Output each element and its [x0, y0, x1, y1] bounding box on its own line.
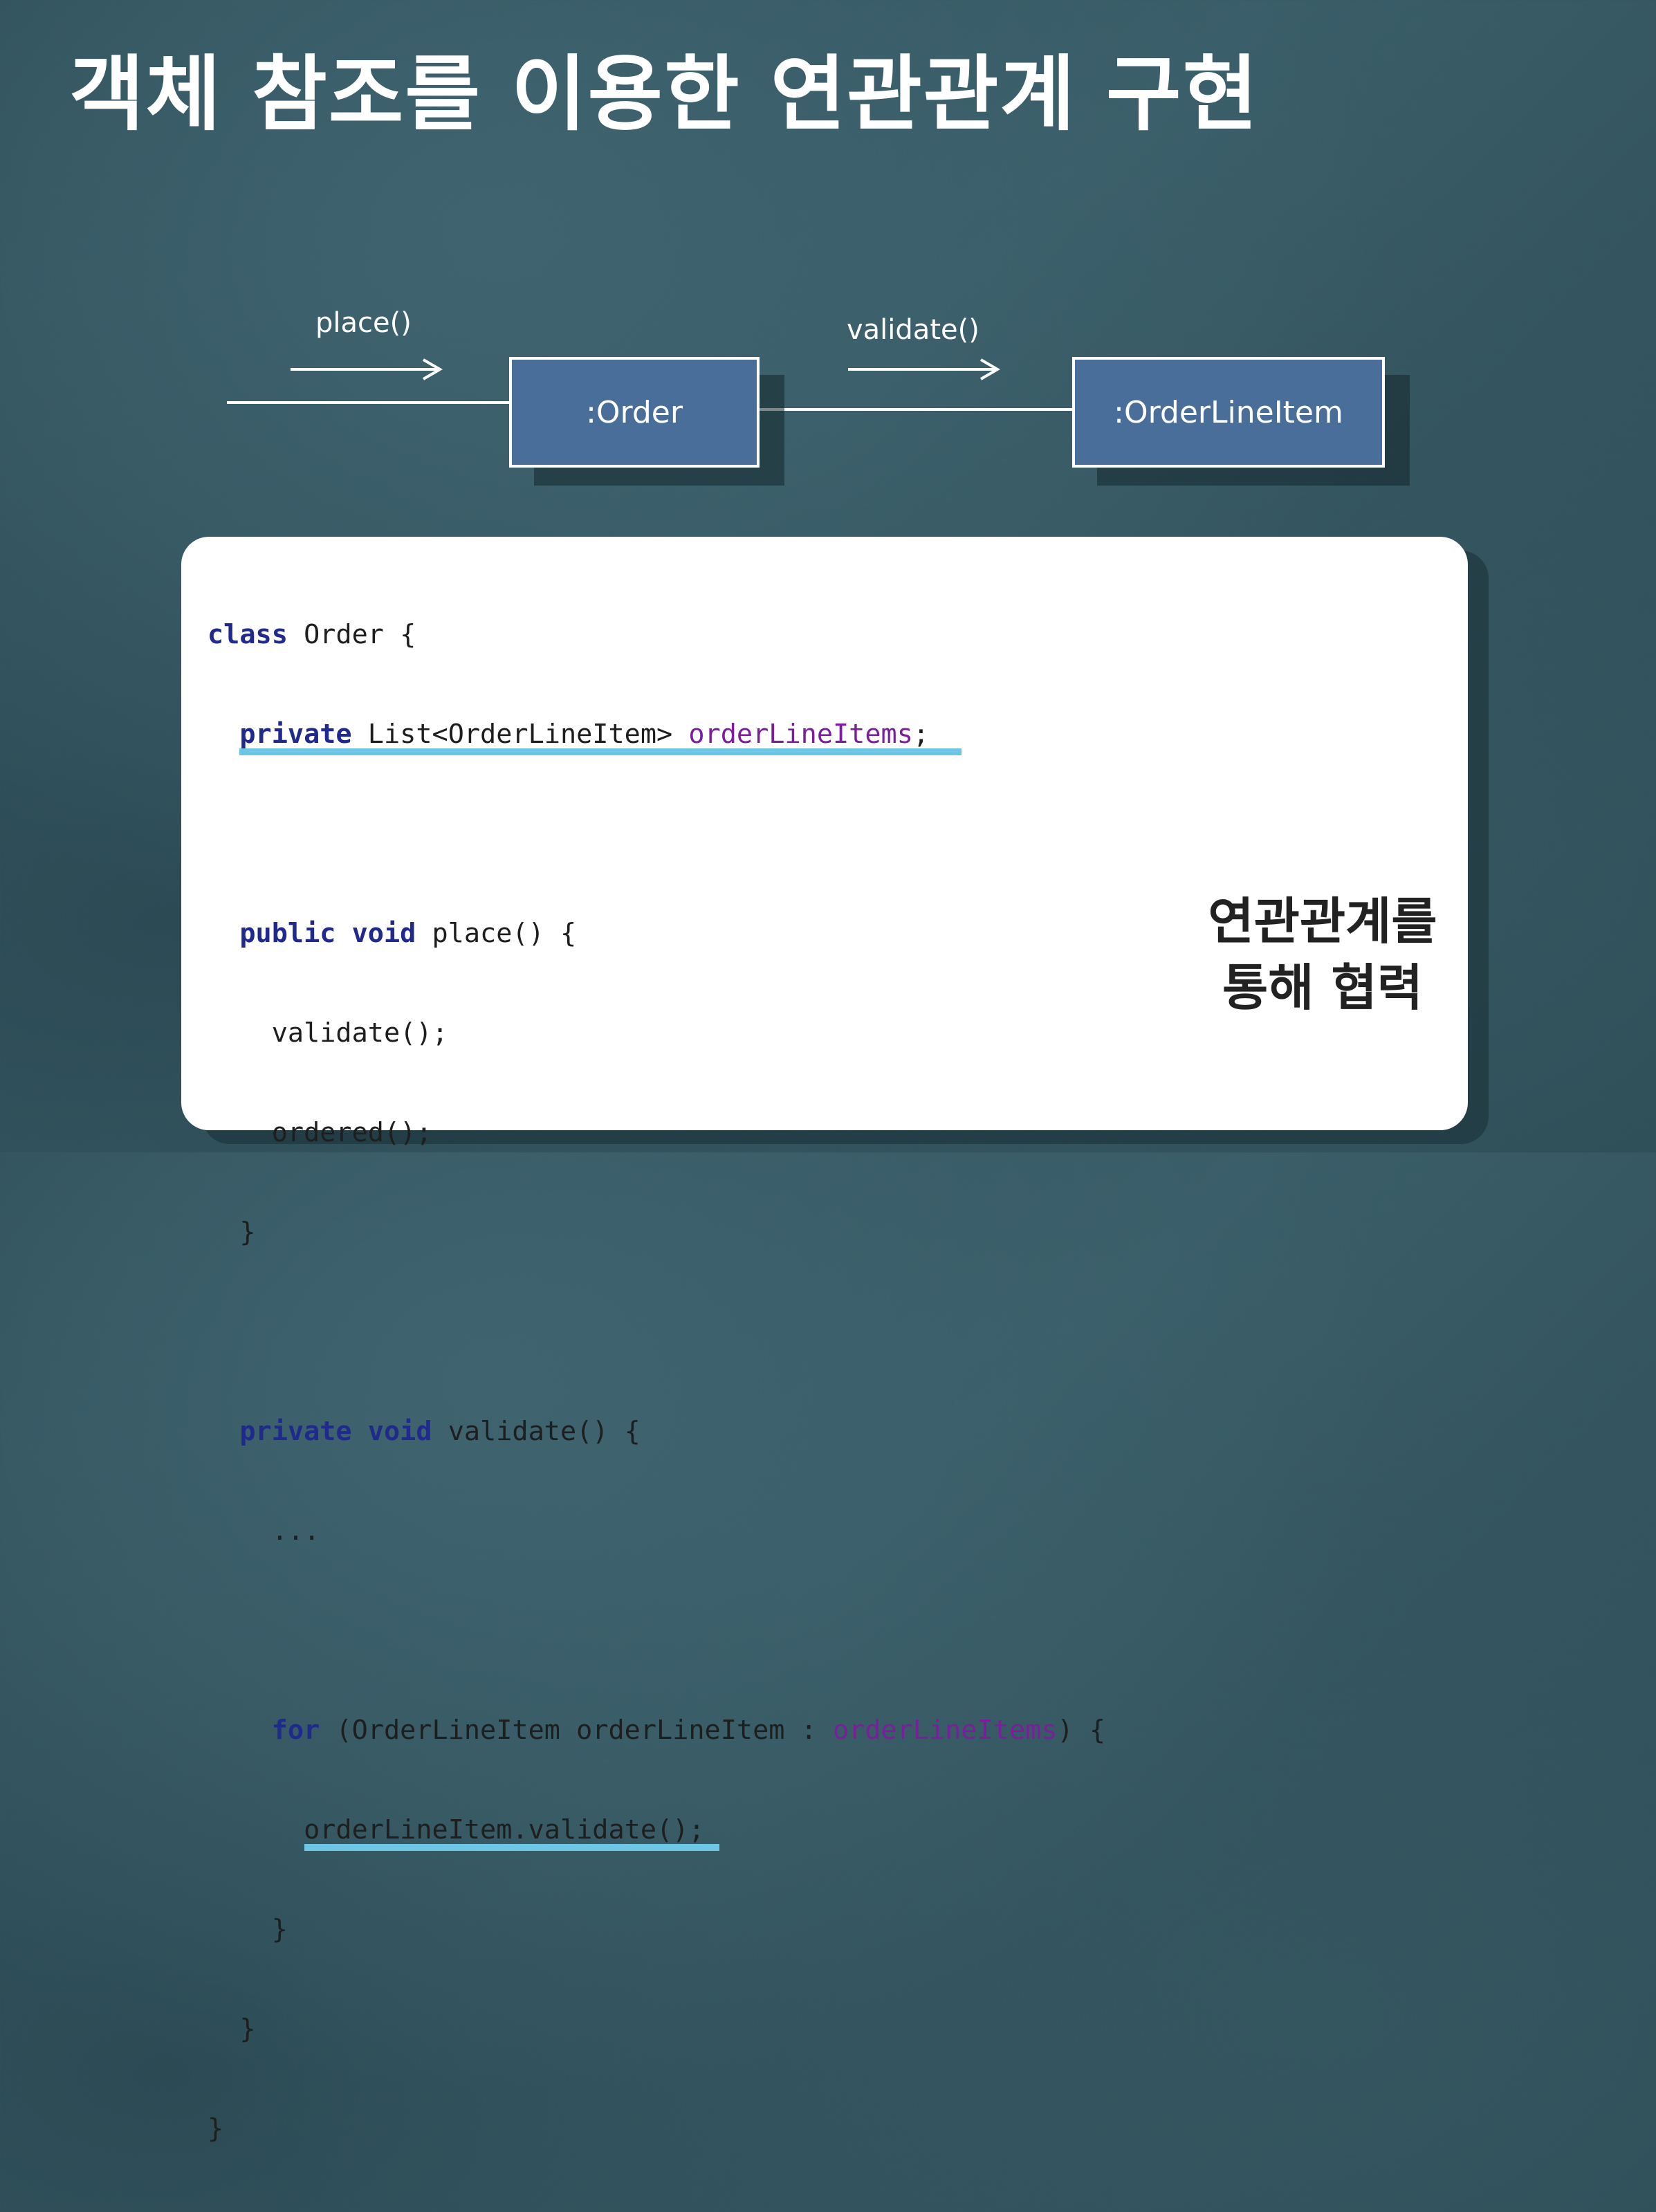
code-text: validate() { [432, 1416, 641, 1447]
note-line: 통해 협력 [1222, 959, 1424, 1017]
code-line: } [208, 2112, 1105, 2146]
code-line: public void place() { [208, 917, 1105, 950]
code-line: private List<OrderLineItem> orderLineIte… [208, 718, 1105, 755]
code-text: } [239, 1217, 256, 1248]
code-line: ordered(); [208, 1116, 1105, 1150]
code-line: for (OrderLineItem orderLineItem : order… [208, 1714, 1105, 1747]
code-text: ... [271, 1515, 320, 1547]
code-keyword: class [208, 619, 288, 650]
code-line: class Order { [208, 618, 1105, 652]
orderlineitem-object-label: :OrderLineItem [1114, 394, 1343, 430]
code-line: } [208, 1913, 1105, 1946]
validate-message-arrow [848, 358, 1000, 380]
code-line: } [208, 1216, 1105, 1249]
code-text: ; [912, 719, 930, 750]
code-keyword: public void [239, 918, 416, 949]
note-line: 연관관계를 [1208, 892, 1437, 950]
code-text: } [271, 1914, 288, 1945]
code-text: validate(); [271, 1017, 448, 1049]
code-text: Order { [287, 619, 416, 650]
association-field-highlight [239, 748, 962, 755]
code-keyword: private void [239, 1416, 432, 1447]
code-text: (OrderLineItem orderLineItem : [320, 1715, 833, 1746]
order-object-label: :Order [586, 394, 683, 430]
code-keyword: for [271, 1715, 320, 1746]
code-keyword: private [239, 719, 352, 750]
code-block: class Order { private List<OrderLineItem… [208, 552, 1105, 2212]
code-card: class Order { private List<OrderLineItem… [181, 537, 1468, 2144]
code-text: place() { [416, 918, 577, 949]
code-line: validate(); [208, 1017, 1105, 1050]
orderlineitem-object-box: :OrderLineItem [1072, 357, 1385, 468]
order-object-box: :Order [509, 357, 760, 468]
code-line: ... [208, 1515, 1105, 1548]
code-line: orderLineItem.validate(); [208, 1814, 1105, 1851]
code-text: ordered(); [271, 1117, 432, 1148]
place-message-arrow [291, 358, 443, 380]
place-message-label: place() [315, 307, 412, 339]
code-text: } [239, 2013, 256, 2045]
code-text: } [208, 2113, 224, 2144]
collaboration-call-highlight [304, 1844, 719, 1851]
code-line: private void validate() { [208, 1415, 1105, 1448]
code-field: orderLineItems [688, 719, 913, 750]
code-text: orderLineItem.validate(); [304, 1814, 705, 1845]
code-line: } [208, 2013, 1105, 2046]
validate-message-label: validate() [847, 314, 979, 346]
collaboration-note: 연관관계를 통해 협력 [1177, 888, 1468, 1021]
code-text: List<OrderLineItem> [351, 719, 689, 750]
code-text: ) { [1057, 1715, 1106, 1746]
code-field: orderLineItems [833, 1715, 1058, 1746]
